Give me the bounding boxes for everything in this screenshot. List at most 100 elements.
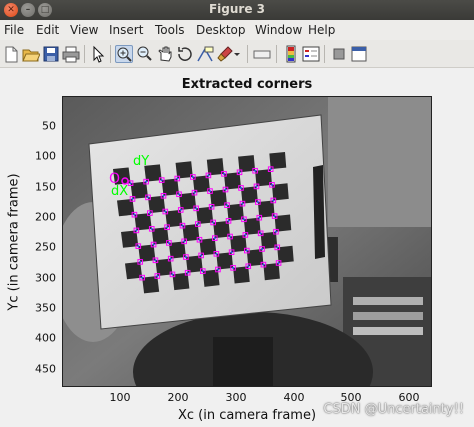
corner-point (191, 175, 194, 178)
corner-point (200, 254, 203, 257)
menu-file[interactable]: File (4, 23, 24, 37)
corner-point (178, 193, 180, 196)
hide-plot-tools-icon[interactable] (330, 45, 348, 63)
corner-point (164, 210, 167, 213)
brush-dropdown-icon[interactable] (232, 45, 242, 63)
corner-point (129, 182, 132, 185)
corner-point (227, 219, 230, 222)
corner-point (198, 238, 201, 241)
corner-point (137, 245, 140, 248)
corner-point (224, 188, 227, 191)
corner-point (255, 185, 258, 188)
corner-point (201, 270, 204, 273)
zoom-in-icon[interactable] (115, 45, 133, 63)
background-books (353, 327, 423, 335)
legend-icon[interactable] (302, 45, 320, 63)
corner-point (171, 273, 174, 276)
corner-point (162, 194, 165, 197)
corner-point (222, 172, 225, 175)
data-cursor-icon[interactable] (196, 45, 214, 63)
window-titlebar: ✕ – □ Figure 3 (0, 0, 474, 20)
corner-point (154, 259, 157, 262)
menu-help[interactable]: Help (308, 23, 335, 37)
toolbar-separator (276, 45, 277, 63)
y-axis-label: Yc (in camera frame) (6, 173, 22, 311)
corner-point (269, 168, 272, 171)
clipboard-clip (313, 165, 325, 259)
figure-area: Extracted corners O dY dX 50 100 150 200… (0, 69, 474, 427)
menu-edit[interactable]: Edit (36, 23, 59, 37)
corner-point (242, 218, 245, 221)
corner-point (213, 237, 216, 240)
corner-point (160, 179, 163, 182)
menu-desktop[interactable]: Desktop (196, 23, 246, 37)
x-tick-label: 100 (109, 391, 131, 404)
rotate-3d-icon[interactable] (176, 45, 194, 63)
open-file-icon[interactable] (22, 45, 41, 63)
corner-point (150, 227, 153, 230)
save-icon[interactable] (42, 45, 60, 63)
corner-point (254, 169, 257, 172)
toolbar-separator (324, 45, 325, 63)
corner-point (259, 232, 262, 235)
dy-label: dY (133, 154, 149, 169)
corner-point (152, 243, 155, 246)
new-figure-icon[interactable] (2, 45, 20, 63)
corner-point (273, 215, 276, 218)
corner-point (256, 201, 259, 204)
corner-point (141, 276, 144, 279)
corner-point (133, 213, 136, 216)
corner-point (272, 199, 275, 202)
corner-point (139, 260, 142, 263)
zoom-out-icon[interactable] (136, 45, 154, 63)
y-tick-label: 100 (35, 149, 56, 163)
corner-point (277, 262, 280, 264)
corner-point (247, 265, 250, 268)
corner-point (230, 251, 233, 254)
corner-point (196, 223, 199, 226)
y-tick-label: 250 (35, 240, 56, 254)
link-plot-icon[interactable] (253, 45, 271, 63)
menu-tools[interactable]: Tools (155, 23, 185, 37)
corner-point (232, 266, 235, 269)
corner-point (195, 207, 198, 210)
image-axes[interactable]: O dY dX (62, 96, 432, 387)
menu-view[interactable]: View (70, 23, 98, 37)
corner-point (156, 275, 159, 277)
corner-point (169, 257, 172, 260)
pan-icon[interactable] (156, 45, 174, 63)
show-plot-tools-icon[interactable] (350, 45, 368, 63)
corner-point (245, 249, 248, 252)
corner-point (261, 247, 264, 250)
corner-point (184, 256, 187, 259)
menu-insert[interactable]: Insert (109, 23, 143, 37)
colorbar-icon[interactable] (282, 45, 300, 63)
corner-point (274, 230, 277, 233)
background-wall (328, 97, 431, 227)
corner-point (241, 202, 244, 205)
watermark-text: CSDN @Uncertainty!! (323, 402, 464, 417)
corner-point (166, 226, 169, 229)
y-tick-label: 200 (35, 210, 56, 224)
corner-point (226, 204, 229, 207)
corner-point (215, 252, 218, 255)
corner-point (186, 271, 189, 274)
person-shirt (213, 337, 273, 386)
print-icon[interactable] (62, 45, 80, 63)
corner-point (240, 186, 242, 189)
x-tick-label: 300 (225, 391, 247, 404)
corner-point (179, 208, 182, 211)
edit-plot-icon[interactable] (89, 45, 107, 63)
corner-point (183, 240, 186, 243)
corner-point (210, 205, 213, 208)
x-tick-label: 200 (167, 391, 189, 404)
corner-point (193, 191, 196, 194)
plot-title: Extracted corners (181, 77, 313, 92)
corner-point (271, 183, 273, 186)
corner-point (207, 174, 210, 177)
corner-point (262, 263, 265, 266)
corner-point (258, 216, 261, 219)
corner-point (276, 246, 279, 249)
menu-window[interactable]: Window (255, 23, 302, 37)
y-tick-label: 300 (35, 271, 56, 285)
